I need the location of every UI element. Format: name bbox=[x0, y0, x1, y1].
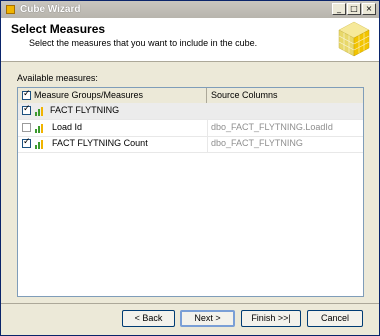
measure-icon bbox=[35, 140, 45, 149]
measure-label: FACT FLYTNING Count bbox=[52, 138, 148, 148]
measure-checkbox[interactable] bbox=[22, 123, 31, 132]
measure-label: Load Id bbox=[52, 122, 83, 132]
close-button[interactable]: × bbox=[362, 3, 376, 15]
measure-group-icon bbox=[35, 107, 45, 116]
footer-divider bbox=[1, 303, 379, 304]
measure-icon bbox=[35, 124, 45, 133]
minimize-button[interactable]: _ bbox=[332, 3, 346, 15]
maximize-button[interactable]: □ bbox=[347, 3, 361, 15]
measure-checkbox[interactable] bbox=[22, 137, 31, 148]
page-title: Select Measures bbox=[11, 22, 106, 36]
measure-group-row[interactable]: FACT FLYTNING bbox=[18, 103, 363, 120]
window-title: Cube Wizard bbox=[20, 4, 81, 15]
page-subtitle: Select the measures that you want to inc… bbox=[29, 38, 258, 48]
cube-graphic-icon bbox=[338, 21, 370, 57]
measure-group-label: FACT FLYTNING bbox=[50, 105, 120, 115]
select-all-checkbox[interactable] bbox=[22, 89, 31, 100]
finish-button[interactable]: Finish >>| bbox=[241, 310, 301, 327]
measures-grid[interactable]: Measure Groups/Measures Source Columns F… bbox=[17, 87, 364, 297]
measure-group-checkbox[interactable] bbox=[22, 104, 31, 115]
cancel-button[interactable]: Cancel bbox=[307, 310, 363, 327]
column-label-source: Source Columns bbox=[211, 90, 278, 100]
available-measures-label: Available measures: bbox=[17, 73, 98, 83]
cube-icon bbox=[5, 4, 16, 15]
title-bar[interactable]: Cube Wizard _ □ × bbox=[1, 1, 379, 18]
column-label-measures: Measure Groups/Measures bbox=[34, 90, 144, 100]
grid-header: Measure Groups/Measures Source Columns bbox=[18, 88, 363, 104]
column-header-measures[interactable]: Measure Groups/Measures bbox=[18, 88, 207, 103]
back-button[interactable]: < Back bbox=[122, 310, 175, 327]
wizard-header: Select Measures Select the measures that… bbox=[1, 18, 379, 62]
measure-source: dbo_FACT_FLYTNING bbox=[211, 138, 303, 148]
caption-buttons: _ □ × bbox=[332, 3, 376, 15]
measure-row[interactable]: Load Id dbo_FACT_FLYTNING.LoadId bbox=[18, 120, 363, 137]
cube-wizard-window: Cube Wizard _ □ × Select Measures Select… bbox=[0, 0, 380, 336]
measure-source: dbo_FACT_FLYTNING.LoadId bbox=[211, 122, 333, 132]
measure-row[interactable]: FACT FLYTNING Count dbo_FACT_FLYTNING bbox=[18, 136, 363, 153]
column-header-source[interactable]: Source Columns bbox=[208, 88, 363, 103]
next-button[interactable]: Next > bbox=[180, 310, 235, 327]
